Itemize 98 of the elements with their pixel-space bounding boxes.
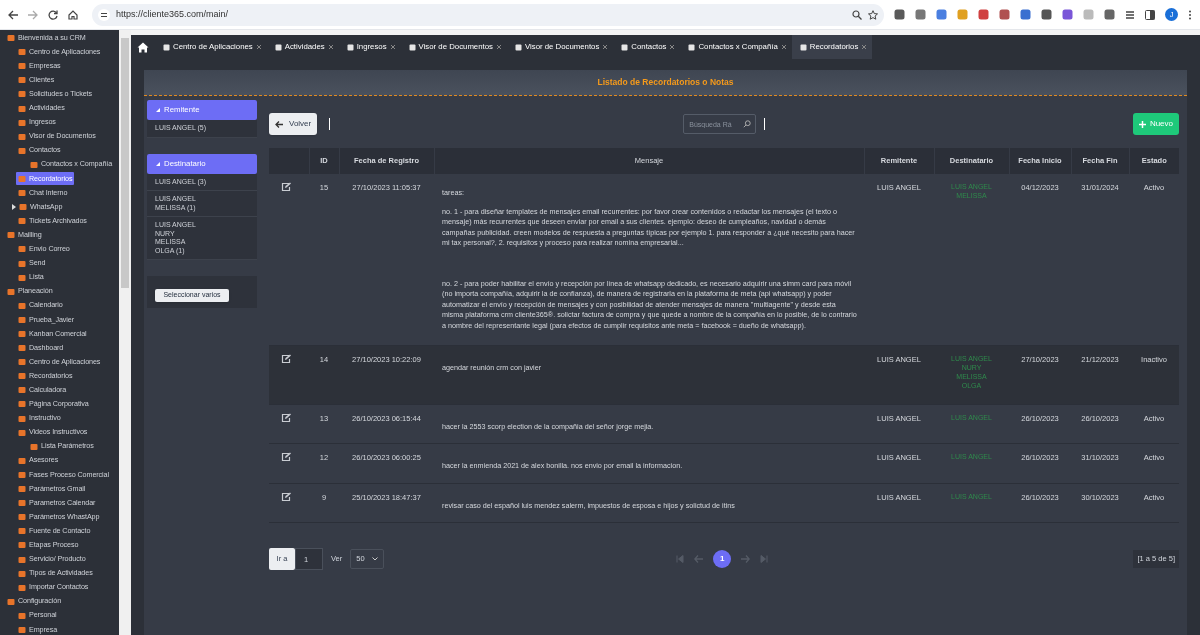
square-icon bbox=[18, 456, 26, 465]
site-settings-icon[interactable] bbox=[98, 8, 110, 21]
edit-icon[interactable] bbox=[281, 491, 291, 502]
square-icon bbox=[18, 245, 26, 254]
square-icon bbox=[18, 499, 26, 508]
zoom-icon[interactable] bbox=[852, 9, 862, 20]
close-icon[interactable] bbox=[602, 44, 609, 50]
square-icon bbox=[18, 611, 26, 620]
close-icon[interactable] bbox=[327, 44, 334, 50]
tab-icon bbox=[799, 43, 807, 51]
extension-icon[interactable] bbox=[1020, 9, 1031, 20]
back-icon[interactable] bbox=[8, 9, 18, 20]
arrow-left-icon bbox=[275, 120, 283, 128]
panel-title: Listado de Recordatorios o Notas bbox=[597, 76, 734, 89]
tab-icon bbox=[621, 43, 629, 51]
scrollbar-thumb[interactable] bbox=[121, 38, 130, 288]
square-icon bbox=[18, 118, 26, 127]
square-icon bbox=[18, 555, 26, 564]
square-icon bbox=[18, 527, 26, 536]
tab-icon bbox=[688, 43, 696, 51]
square-icon bbox=[18, 513, 26, 522]
square-icon bbox=[18, 48, 26, 57]
home-icon[interactable] bbox=[137, 41, 149, 53]
square-icon bbox=[18, 76, 26, 85]
square-icon bbox=[18, 372, 26, 381]
close-icon[interactable] bbox=[495, 44, 502, 50]
square-icon bbox=[18, 189, 26, 198]
square-icon bbox=[18, 485, 26, 494]
square-icon bbox=[18, 344, 26, 353]
close-icon[interactable] bbox=[780, 44, 787, 50]
square-icon bbox=[18, 217, 26, 226]
reload-icon[interactable] bbox=[48, 9, 58, 20]
expand-arrow-icon[interactable] bbox=[12, 204, 16, 211]
menu-icon[interactable] bbox=[1125, 9, 1135, 20]
extension-icon[interactable] bbox=[915, 9, 926, 20]
star-icon[interactable] bbox=[868, 9, 878, 20]
square-icon bbox=[18, 175, 26, 183]
scrollbar[interactable] bbox=[119, 30, 131, 635]
square-icon bbox=[18, 273, 26, 282]
square-icon bbox=[30, 160, 38, 169]
home-icon[interactable] bbox=[68, 9, 78, 20]
tab-icon bbox=[408, 43, 416, 51]
square-icon bbox=[18, 386, 26, 395]
square-icon bbox=[18, 626, 26, 634]
back-button[interactable]: Volver bbox=[269, 113, 318, 135]
square-icon bbox=[18, 330, 26, 338]
triangle-icon bbox=[156, 108, 160, 112]
square-icon bbox=[7, 231, 15, 240]
extension-icon[interactable] bbox=[1062, 9, 1073, 20]
square-icon bbox=[18, 301, 26, 310]
extension-icon[interactable] bbox=[999, 9, 1010, 20]
square-icon bbox=[18, 259, 26, 268]
square-icon bbox=[18, 569, 26, 578]
page-button[interactable]: 1 bbox=[713, 550, 732, 568]
extension-icon[interactable] bbox=[894, 9, 905, 20]
close-icon[interactable] bbox=[255, 44, 262, 50]
extension-icon[interactable] bbox=[978, 9, 989, 20]
square-icon bbox=[18, 400, 26, 409]
close-icon[interactable] bbox=[861, 44, 868, 50]
square-icon bbox=[30, 442, 38, 451]
close-icon[interactable] bbox=[389, 44, 396, 50]
square-icon bbox=[18, 428, 26, 437]
close-icon[interactable] bbox=[669, 44, 676, 50]
caret-icon bbox=[372, 557, 379, 561]
address-bar[interactable]: https://cliente365.com/main/ bbox=[92, 3, 884, 26]
square-icon bbox=[19, 203, 27, 212]
edit-icon[interactable] bbox=[281, 412, 291, 423]
square-icon bbox=[7, 34, 15, 43]
extension-icon[interactable] bbox=[1041, 9, 1052, 20]
square-icon bbox=[18, 62, 26, 71]
square-icon bbox=[18, 583, 26, 592]
tab-icon bbox=[514, 43, 522, 51]
triangle-icon bbox=[156, 161, 160, 166]
square-icon bbox=[18, 90, 26, 99]
text-cursor bbox=[329, 118, 331, 130]
square-icon bbox=[18, 315, 26, 324]
search-icon bbox=[743, 120, 752, 128]
tab-icon bbox=[163, 43, 170, 51]
square-icon bbox=[18, 414, 26, 423]
extension-icon[interactable] bbox=[936, 9, 947, 20]
plus-icon bbox=[1138, 120, 1146, 128]
edit-icon[interactable] bbox=[281, 354, 291, 364]
square-icon bbox=[18, 541, 26, 550]
more-icon[interactable] bbox=[1188, 9, 1192, 20]
edit-icon[interactable] bbox=[281, 182, 291, 192]
text-cursor bbox=[764, 118, 766, 130]
extension-icon[interactable] bbox=[1104, 9, 1115, 20]
square-icon bbox=[18, 470, 26, 479]
tab-icon bbox=[346, 43, 354, 51]
tab-icon bbox=[274, 43, 282, 51]
square-icon bbox=[18, 146, 26, 155]
square-icon bbox=[7, 287, 15, 296]
side-panel-icon[interactable] bbox=[1145, 9, 1155, 20]
edit-icon[interactable] bbox=[281, 452, 291, 462]
square-icon bbox=[7, 597, 15, 606]
square-icon bbox=[18, 358, 26, 367]
square-icon bbox=[18, 132, 26, 141]
square-icon bbox=[18, 104, 26, 113]
